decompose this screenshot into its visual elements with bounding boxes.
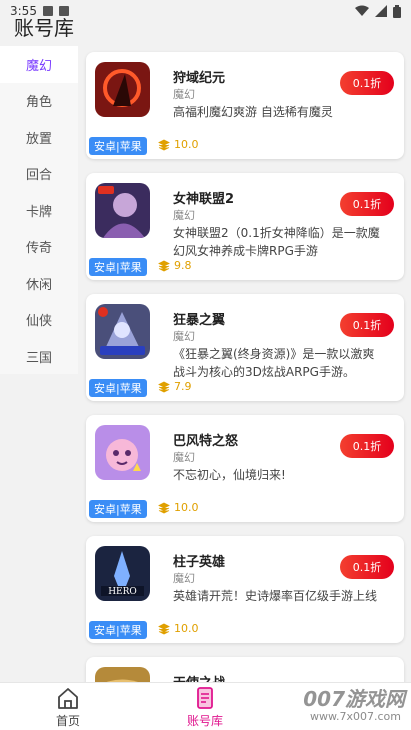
sidebar-item-label: 魔幻 [25,58,52,74]
sidebar-item-mohuan[interactable]: 魔幻 [0,46,78,83]
game-thumbnail [95,425,150,480]
rating-value: 10.0 [174,138,199,151]
rating: 10.0 [158,501,199,514]
stack-icon [158,260,170,271]
status-right [355,4,401,18]
discount-button[interactable]: 0.1折 [340,71,394,95]
category-sidebar: 魔幻 角色 放置 回合 卡牌 传奇 休闲 仙侠 三国 [0,46,78,374]
game-description: 英雄请开荒！史诗爆率百亿级手游上线 [173,589,378,603]
svg-text:HERO: HERO [108,587,137,597]
sidebar-item-kapai[interactable]: 卡牌 [0,192,78,229]
page-title: 账号库 [14,16,74,40]
platform-badge: 安卓|苹果 [89,137,147,155]
game-thumbnail: HERO [95,546,150,601]
game-category: 魔幻 [173,330,195,343]
game-thumbnail [95,62,150,117]
game-card[interactable]: 狩域纪元 魔幻 高福利魔幻爽游 自选稀有魔灵 0.1折 安卓|苹果 10.0 [86,52,404,159]
watermark-logo: 007游戏网 [303,687,405,711]
platform-badge: 安卓|苹果 [89,258,147,276]
game-category: 魔幻 [173,88,195,101]
rating-value: 7.9 [174,380,192,393]
sidebar-item-label: 卡牌 [25,204,52,220]
rating: 7.9 [158,380,192,393]
platform-badge: 安卓|苹果 [89,379,147,397]
rating-value: 10.0 [174,501,199,514]
game-thumbnail [95,304,150,359]
nav-account-library[interactable]: 账号库 [175,685,235,729]
game-name: 狂暴之翼 [173,313,226,328]
game-description: 女神联盟2（0.1折女神降临）是一款魔幻风女神养成卡牌RPG手游 [173,226,380,258]
game-card[interactable]: 女神联盟2 魔幻 女神联盟2（0.1折女神降临）是一款魔幻风女神养成卡牌RPG手… [86,173,404,280]
game-card[interactable]: 狂暴之翼 魔幻 《狂暴之翼(终身资源)》是一款以激爽战斗为核心的3D炫战ARPG… [86,294,404,401]
game-category: 魔幻 [173,451,195,464]
rating: 10.0 [158,622,199,635]
sidebar-item-chuanqi[interactable]: 传奇 [0,229,78,266]
stack-icon [158,623,170,634]
rating-value: 10.0 [174,622,199,635]
sidebar-item-label: 休闲 [25,277,52,293]
sidebar-item-label: 角色 [25,95,52,111]
sidebar-item-huihe[interactable]: 回合 [0,156,78,193]
game-name: 巴风特之怒 [173,434,239,449]
rating: 10.0 [158,138,199,151]
discount-button[interactable]: 0.1折 [340,555,394,579]
sidebar-item-label: 传奇 [25,241,52,257]
rating-value: 9.8 [174,259,192,272]
game-name: 狩域纪元 [173,71,226,86]
battery-icon [393,4,401,18]
game-card[interactable]: 巴风特之怒 魔幻 不忘初心，仙境归来! 0.1折 安卓|苹果 10.0 [86,415,404,522]
game-description: 高福利魔幻爽游 自选稀有魔灵 [173,105,333,119]
sidebar-item-label: 回合 [25,168,52,184]
stack-icon [158,502,170,513]
discount-button[interactable]: 0.1折 [340,434,394,458]
rating: 9.8 [158,259,192,272]
game-name: 女神联盟2 [173,192,235,207]
stack-icon [158,381,170,392]
game-category: 魔幻 [173,209,195,222]
wifi-icon [355,5,369,16]
game-card[interactable]: HERO 柱子英雄 魔幻 英雄请开荒！史诗爆率百亿级手游上线 0.1折 安卓|苹… [86,536,404,643]
watermark-url: www.7x007.com [310,710,401,723]
sidebar-item-label: 放置 [25,131,52,147]
discount-button[interactable]: 0.1折 [340,192,394,216]
game-name: 柱子英雄 [173,555,226,570]
nav-home[interactable]: 首页 [38,685,98,729]
sidebar-item-label: 三国 [25,350,52,366]
sidebar-item-fangzhi[interactable]: 放置 [0,119,78,156]
nav-home-label: 首页 [55,714,80,728]
sidebar-item-xiuxian[interactable]: 休闲 [0,265,78,302]
game-thumbnail [95,183,150,238]
signal-icon [375,5,387,17]
document-icon [197,687,213,709]
game-description: 《狂暴之翼(终身资源)》是一款以激爽战斗为核心的3D炫战ARPG手游。 [173,347,375,379]
platform-badge: 安卓|苹果 [89,621,147,639]
nav-account-label: 账号库 [186,714,223,728]
game-description: 不忘初心，仙境归来! [173,468,286,482]
sidebar-item-juese[interactable]: 角色 [0,83,78,120]
stack-icon [158,139,170,150]
home-icon [58,688,78,709]
game-category: 魔幻 [173,572,195,585]
discount-button[interactable]: 0.1折 [340,313,394,337]
platform-badge: 安卓|苹果 [89,500,147,518]
sidebar-item-label: 仙侠 [25,314,52,330]
sidebar-item-xianxia[interactable]: 仙侠 [0,302,78,339]
sidebar-item-sanguo[interactable]: 三国 [0,338,78,375]
